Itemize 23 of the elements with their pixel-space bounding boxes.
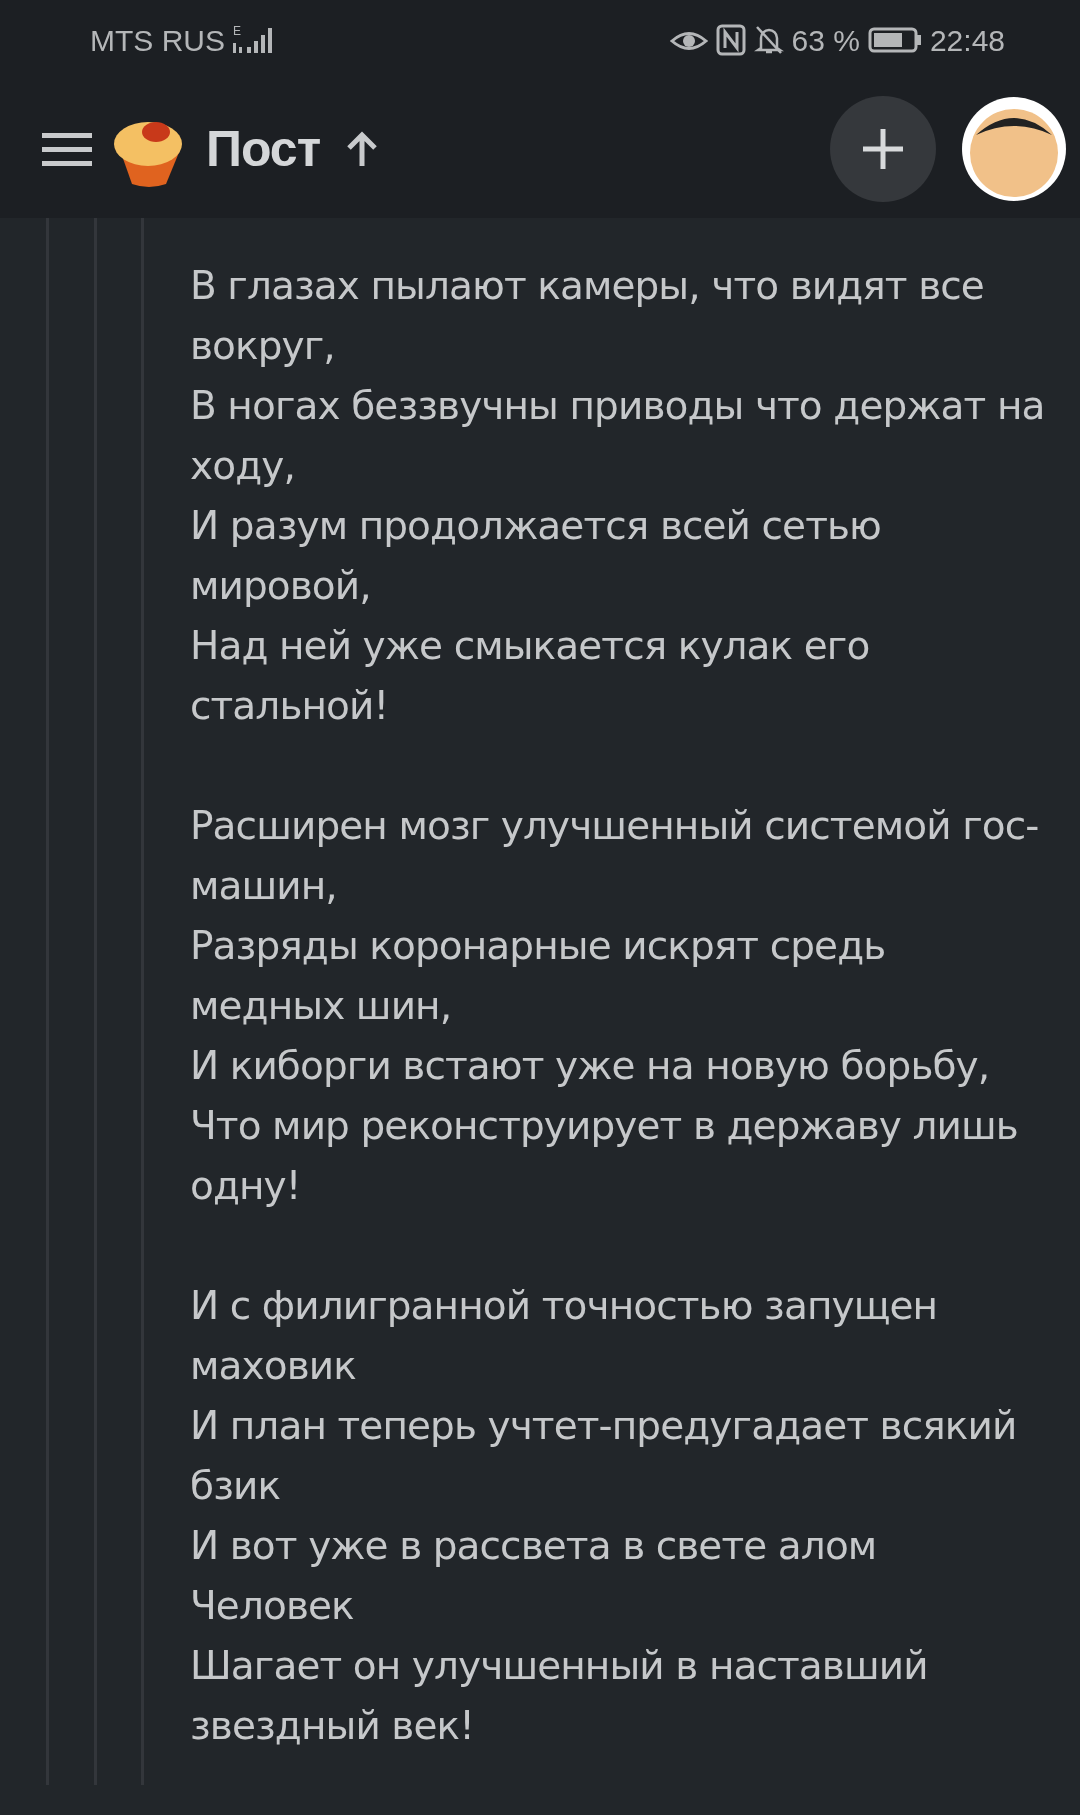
nfc-icon: [715, 24, 746, 56]
avatar-icon[interactable]: [960, 95, 1068, 203]
poem-line: Расширен мозг улучшенный системой гос-машин,: [190, 802, 1040, 910]
poem-line: И с филигранной точностью запущен маховик: [190, 1282, 939, 1390]
poem-line: И план теперь учтет-предугадает всякий бзик: [190, 1402, 1018, 1510]
poem-line: В глазах пылают камеры, что видят все вокруг,: [190, 262, 985, 370]
poem-line: И киборги встают уже на новую борьбу,: [190, 1042, 991, 1090]
page-title: Пост: [206, 119, 321, 179]
carrier-name: MTS RUS: [90, 22, 225, 59]
poem-line: Что мир реконструирует в державу лишь одну!: [190, 1102, 1019, 1210]
clock-time: 22:48: [929, 22, 1005, 59]
poem-line: И разум продолжается всей сетью мировой,: [190, 502, 882, 610]
poem-line: Над ней уже смыкается кулак его стальной!: [190, 622, 871, 730]
menu-icon: [42, 131, 92, 167]
poem-line: Шагает он улучшенный в наставший звездный век!: [190, 1642, 929, 1750]
poem-line: Разряды коронарные искрят средь медных шин,: [190, 922, 887, 1030]
muted-bell-icon: [753, 24, 784, 56]
battery-icon: [867, 27, 922, 53]
menu-button[interactable]: [42, 131, 92, 167]
battery-percent: 63 %: [791, 22, 860, 59]
poem-line: И вот уже в рассвета в свете алом Человек: [190, 1522, 878, 1630]
plus-icon: [861, 127, 905, 171]
poem-line: В ногах беззвучны приводы что держат на ходу,: [190, 382, 1046, 490]
